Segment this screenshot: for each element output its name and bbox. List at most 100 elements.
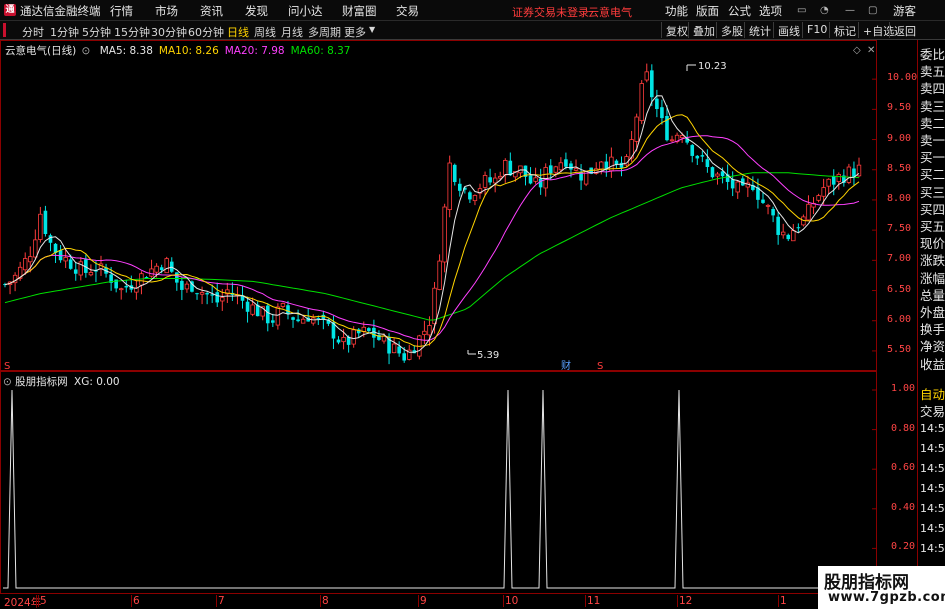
quote-field-label: 卖四	[920, 81, 945, 97]
period-daily[interactable]: 日线	[227, 24, 249, 40]
ma-legend-item: MA60: 8.37	[290, 45, 351, 57]
candle-body	[569, 163, 573, 170]
candle-body	[761, 199, 765, 203]
candle-body	[311, 317, 316, 324]
period-15min[interactable]: 15分钟	[114, 24, 150, 40]
candle-body	[43, 210, 48, 235]
candle-body	[781, 231, 786, 236]
candle-body	[776, 216, 780, 235]
menu-banmian[interactable]: 版面	[696, 3, 719, 19]
candle-body	[796, 227, 801, 229]
kline-pane[interactable]: 10.23 5.39 S 财 S 云意电气(日线) ⊙ MA5: 8.38 MA1…	[0, 40, 917, 371]
period-more[interactable]: 更多	[344, 24, 366, 40]
tool-biaoji[interactable]: 标记	[829, 22, 860, 38]
candle-body	[245, 301, 250, 312]
date-tick	[778, 595, 779, 607]
candle-body	[846, 166, 852, 183]
period-monthly[interactable]: 月线	[281, 24, 303, 40]
chat-icon[interactable]: ▭	[797, 5, 806, 16]
candle-body	[210, 294, 214, 296]
quote-field-label: 买五	[920, 219, 945, 234]
period-30min[interactable]: 30分钟	[151, 24, 187, 40]
quote-field-label: 卖二	[920, 115, 945, 131]
candle-body	[468, 192, 472, 200]
guest-button[interactable]: 游客	[893, 3, 916, 19]
trade-label[interactable]: 交易	[920, 401, 945, 420]
bell-icon[interactable]: ◔	[820, 5, 829, 16]
pane-close-icon[interactable]: ✕	[867, 45, 875, 56]
period-60min[interactable]: 60分钟	[188, 24, 224, 40]
candle-body	[831, 176, 836, 185]
finance-marker[interactable]: 财	[561, 359, 571, 370]
tool-f10[interactable]: F10	[802, 22, 831, 38]
menu-gongshi[interactable]: 公式	[728, 3, 751, 19]
candle-body	[639, 83, 644, 122]
candle-body	[816, 195, 821, 201]
more-dropdown-icon[interactable]: ▼	[369, 25, 375, 34]
period-fenshi[interactable]: 分时	[22, 24, 44, 40]
quote-field-label: 涨幅	[920, 270, 945, 286]
sell-marker[interactable]: S	[4, 361, 10, 370]
period-weekly[interactable]: 周线	[254, 24, 276, 40]
tool-back[interactable]: 返回	[889, 22, 920, 38]
period-5min[interactable]: 5分钟	[82, 24, 111, 40]
quote-field-label: 涨跌	[920, 253, 945, 269]
menu-caifuquan[interactable]: 财富圈	[342, 3, 377, 19]
menu-faxian[interactable]: 发现	[245, 3, 268, 19]
quote-field-label: 外盘	[920, 305, 945, 320]
tool-diejia[interactable]: 叠加	[688, 22, 719, 38]
indicator-name: 股朋指标网	[15, 376, 68, 388]
candle-body	[367, 328, 371, 331]
menu-shichang[interactable]: 市场	[155, 3, 178, 19]
candle-body	[250, 304, 255, 315]
tick-time: 14:56	[920, 522, 945, 535]
candle-body	[826, 178, 831, 187]
price-tick-label: 8.00	[887, 192, 912, 204]
menu-jiaoyi[interactable]: 交易	[396, 3, 419, 19]
price-tick-label: 7.00	[887, 253, 912, 265]
stock-name: 云意电气(日线)	[5, 45, 77, 57]
menu-hangqing[interactable]: 行情	[110, 3, 133, 19]
candle-body	[806, 203, 811, 221]
candle-body	[836, 174, 841, 182]
kline-chart[interactable]: 10.23 5.39 S 财 S	[1, 41, 876, 370]
restore-icon[interactable]: ▢	[868, 5, 877, 16]
period-multi[interactable]: 多周期	[308, 24, 341, 40]
price-tick-label: 6.00	[887, 313, 912, 325]
tool-duogu[interactable]: 多股	[716, 22, 747, 38]
price-tick-label: 10.00	[887, 72, 918, 84]
candle-body	[119, 288, 124, 291]
candle-body	[472, 195, 478, 202]
price-tick-label: 6.50	[887, 283, 912, 295]
tick-time: 14:56	[920, 482, 945, 495]
date-tick-label: 7	[218, 595, 225, 607]
candle-body	[195, 293, 199, 295]
candle-body	[88, 272, 94, 276]
tool-tongji[interactable]: 统计	[744, 22, 775, 38]
menu-xuanxiang[interactable]: 选项	[759, 3, 782, 19]
sell-marker[interactable]: S	[597, 361, 603, 370]
indicator-toggle-icon[interactable]: ⊙	[3, 376, 12, 388]
candle-body	[548, 165, 553, 174]
indicator-chart[interactable]	[1, 372, 876, 593]
trade-login-notice[interactable]: 证券交易未登录	[512, 4, 589, 20]
candle-body	[644, 71, 649, 81]
candle-body	[271, 320, 275, 323]
pane-settings-icon[interactable]: ◇	[853, 45, 861, 56]
menu-zixun[interactable]: 资讯	[200, 3, 223, 19]
legend-toggle-icon[interactable]: ⊙	[82, 45, 91, 57]
low-price-label: 5.39	[477, 350, 499, 361]
period-1min[interactable]: 1分钟	[50, 24, 79, 40]
indicator-pane[interactable]: ⊙ 股朋指标网 XG: 0.00 1.00 0.80 0.60 0.40 0.20	[0, 371, 915, 594]
xg-signal-line	[3, 389, 876, 589]
minimize-icon[interactable]: —	[845, 5, 855, 16]
menu-gongneng[interactable]: 功能	[665, 3, 688, 19]
menu-wenxiaoda[interactable]: 问小达	[288, 3, 323, 19]
candle-body	[705, 159, 710, 168]
candle-body	[715, 173, 720, 177]
tool-huaxian[interactable]: 画线	[773, 22, 804, 38]
candle-body	[164, 258, 169, 274]
indicator-legend: ⊙ 股朋指标网 XG: 0.00	[3, 374, 120, 389]
candle-body	[660, 107, 664, 119]
date-tick	[36, 595, 37, 607]
